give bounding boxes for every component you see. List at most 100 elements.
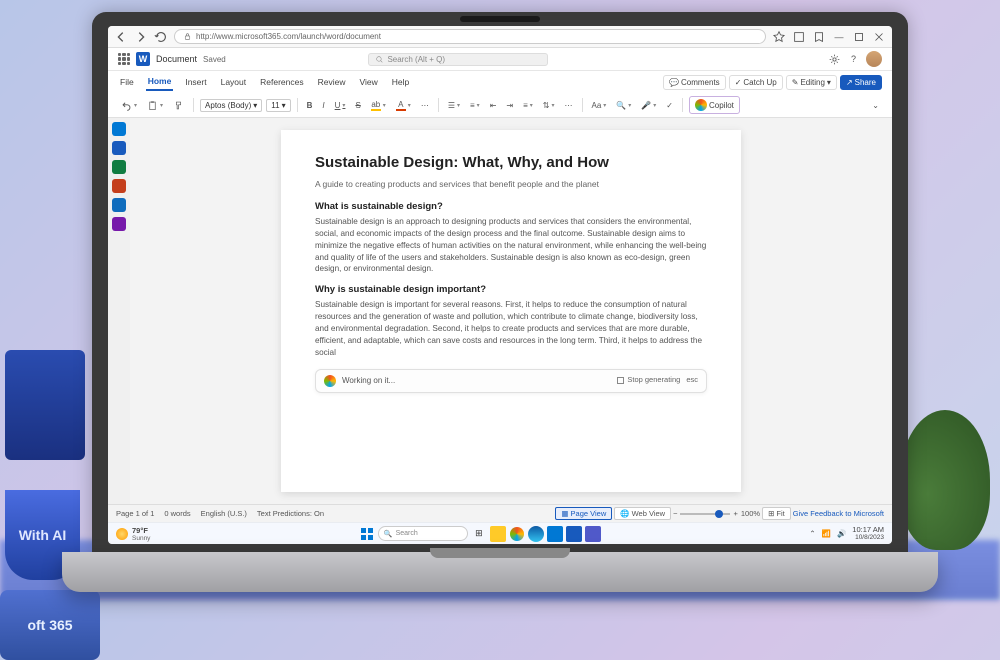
- dictate-button[interactable]: 🎤: [638, 99, 659, 112]
- styles-button[interactable]: Aa: [589, 99, 610, 112]
- format-painter-button[interactable]: [170, 98, 187, 113]
- more-font-button[interactable]: ⋯: [418, 99, 432, 112]
- tab-view[interactable]: View: [357, 74, 379, 90]
- rail-excel-icon[interactable]: [112, 160, 126, 174]
- url-bar[interactable]: http://www.microsoft365.com/launch/word/…: [174, 29, 766, 44]
- share-button[interactable]: ↗ Share: [840, 75, 882, 90]
- document-name[interactable]: Document: [156, 54, 197, 64]
- language[interactable]: English (U.S.): [201, 509, 247, 518]
- paste-button[interactable]: [144, 98, 166, 113]
- copilot-status-bar: Working on it... Stop generating esc: [315, 369, 707, 393]
- tab-layout[interactable]: Layout: [219, 74, 249, 90]
- font-selector[interactable]: Aptos (Body) ▾: [200, 99, 262, 112]
- task-view-icon[interactable]: ⊞: [471, 526, 487, 542]
- page-view-button[interactable]: ▦ Page View: [555, 507, 612, 520]
- rail-onenote-icon[interactable]: [112, 217, 126, 231]
- italic-button[interactable]: I: [319, 99, 327, 112]
- taskbar-teams-icon[interactable]: [585, 526, 601, 542]
- close-icon[interactable]: [872, 30, 886, 44]
- heading-why: Why is sustainable design important?: [315, 283, 707, 297]
- search-input[interactable]: Search (Alt + Q): [368, 53, 548, 66]
- highlight-button[interactable]: ab: [368, 98, 389, 113]
- refresh-icon[interactable]: [154, 30, 168, 44]
- user-avatar[interactable]: [866, 51, 882, 67]
- fit-button[interactable]: ⊞ Fit: [762, 507, 791, 520]
- stop-generating-button[interactable]: Stop generating: [617, 375, 680, 386]
- feedback-link[interactable]: Give Feedback to Microsoft: [793, 509, 884, 518]
- indent-increase-button[interactable]: ⇥: [503, 99, 516, 112]
- minimize-icon[interactable]: —: [832, 30, 846, 44]
- weather-widget[interactable]: 79°FSunny: [116, 526, 150, 542]
- taskbar-copilot-icon[interactable]: [509, 526, 525, 542]
- tab-help[interactable]: Help: [390, 74, 411, 90]
- maximize-icon[interactable]: [852, 30, 866, 44]
- favorite-icon[interactable]: [772, 30, 786, 44]
- more-para-button[interactable]: ⋯: [562, 99, 576, 112]
- word-app-icon: W: [136, 52, 150, 66]
- rail-powerpoint-icon[interactable]: [112, 179, 126, 193]
- find-button[interactable]: 🔍: [613, 99, 634, 112]
- editing-button[interactable]: ✎ Editing ▾: [786, 75, 837, 90]
- undo-button[interactable]: [118, 98, 140, 113]
- rail-outlook-icon[interactable]: [112, 198, 126, 212]
- taskbar-search[interactable]: 🔍 Search: [378, 526, 468, 541]
- app-launcher-icon[interactable]: [118, 53, 130, 65]
- numbering-button[interactable]: ≡: [467, 99, 483, 112]
- taskbar-word-icon[interactable]: [566, 526, 582, 542]
- start-button[interactable]: [359, 526, 375, 542]
- browser-chrome: http://www.microsoft365.com/launch/word/…: [108, 26, 892, 48]
- extensions-icon[interactable]: [792, 30, 806, 44]
- font-size-selector[interactable]: 11 ▾: [266, 99, 290, 112]
- settings-gear-icon[interactable]: [828, 53, 841, 66]
- doc-subtitle: A guide to creating products and service…: [315, 178, 707, 190]
- copilot-button[interactable]: Copilot: [689, 96, 740, 114]
- help-icon[interactable]: ?: [847, 53, 860, 66]
- copilot-status-text: Working on it...: [342, 375, 395, 387]
- align-button[interactable]: ≡: [520, 99, 536, 112]
- comments-button[interactable]: 💬 Comments: [663, 75, 726, 90]
- tab-file[interactable]: File: [118, 74, 136, 90]
- tab-insert[interactable]: Insert: [183, 74, 208, 90]
- save-state: Saved: [203, 55, 226, 64]
- clock-date[interactable]: 10/8/2023: [852, 534, 884, 541]
- catchup-button[interactable]: ✓ Catch Up: [729, 75, 783, 90]
- forward-icon[interactable]: [134, 30, 148, 44]
- url-text: http://www.microsoft365.com/launch/word/…: [196, 32, 381, 41]
- clock-time[interactable]: 10:17 AM: [852, 526, 884, 534]
- bold-button[interactable]: B: [304, 99, 316, 112]
- camera-notch: [460, 16, 540, 22]
- rail-home-icon[interactable]: [112, 122, 126, 136]
- doc-title: Sustainable Design: What, Why, and How: [315, 152, 707, 174]
- tab-home[interactable]: Home: [146, 73, 174, 91]
- taskbar-explorer-icon[interactable]: [490, 526, 506, 542]
- back-icon[interactable]: [114, 30, 128, 44]
- text-predictions[interactable]: Text Predictions: On: [257, 509, 324, 518]
- underline-button[interactable]: U: [332, 99, 349, 112]
- weather-icon: [116, 528, 128, 540]
- taskbar-edge-icon[interactable]: [528, 526, 544, 542]
- tab-review[interactable]: Review: [316, 74, 348, 90]
- ribbon-chevron-icon[interactable]: ⌄: [869, 99, 882, 112]
- taskbar-store-icon[interactable]: [547, 526, 563, 542]
- plant-decor: [900, 410, 990, 550]
- tab-references[interactable]: References: [258, 74, 305, 90]
- line-spacing-button[interactable]: ⇅: [540, 99, 558, 112]
- tray-volume-icon[interactable]: 🔊: [837, 529, 846, 538]
- tray-wifi-icon[interactable]: 📶: [822, 529, 831, 538]
- box-decor: oft 365: [0, 590, 100, 660]
- page-count[interactable]: Page 1 of 1: [116, 509, 154, 518]
- document-canvas[interactable]: Sustainable Design: What, Why, and How A…: [130, 118, 892, 504]
- indent-decrease-button[interactable]: ⇤: [487, 99, 500, 112]
- tray-chevron-icon[interactable]: ⌃: [809, 529, 815, 538]
- word-count[interactable]: 0 words: [164, 509, 190, 518]
- bullets-button[interactable]: ☰: [445, 99, 463, 112]
- zoom-control[interactable]: −+ 100%: [673, 509, 760, 518]
- font-color-button[interactable]: A: [393, 98, 414, 113]
- editor-button[interactable]: ✓: [663, 99, 676, 112]
- document-page: Sustainable Design: What, Why, and How A…: [281, 130, 741, 492]
- web-view-button[interactable]: 🌐 Web View: [614, 507, 671, 520]
- collections-icon[interactable]: [812, 30, 826, 44]
- strikethrough-button[interactable]: S: [352, 99, 363, 112]
- windows-taskbar: 79°FSunny 🔍 Search ⊞ ⌃ 📶 🔊: [108, 522, 892, 544]
- rail-word-icon[interactable]: [112, 141, 126, 155]
